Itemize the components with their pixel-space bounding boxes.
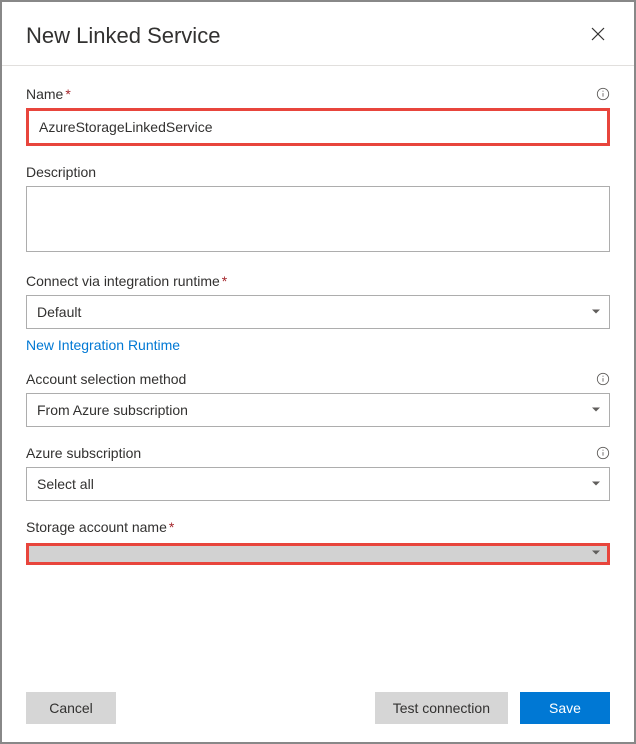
info-icon[interactable] (596, 87, 610, 101)
name-label: Name* (26, 86, 71, 102)
account-method-field: Account selection method From Azure subs… (26, 371, 610, 427)
test-connection-button[interactable]: Test connection (375, 692, 508, 724)
storage-account-field: Storage account name* (26, 519, 610, 565)
dialog-content: Name* Description Connect via integratio… (2, 66, 634, 565)
runtime-field: Connect via integration runtime* Default… (26, 273, 610, 353)
account-method-select[interactable]: From Azure subscription (26, 393, 610, 427)
account-method-label: Account selection method (26, 371, 186, 387)
name-input[interactable] (26, 108, 610, 146)
save-button[interactable]: Save (520, 692, 610, 724)
dialog-header: New Linked Service (2, 2, 634, 66)
close-icon (590, 30, 606, 45)
dialog-footer: Cancel Test connection Save (2, 674, 634, 742)
info-icon[interactable] (596, 372, 610, 386)
subscription-label: Azure subscription (26, 445, 141, 461)
storage-account-label: Storage account name* (26, 519, 174, 535)
description-field: Description (26, 164, 610, 255)
description-input[interactable] (26, 186, 610, 252)
subscription-select[interactable]: Select all (26, 467, 610, 501)
storage-account-select[interactable] (26, 543, 610, 565)
name-field: Name* (26, 86, 610, 146)
info-icon[interactable] (596, 446, 610, 460)
subscription-field: Azure subscription Select all (26, 445, 610, 501)
close-button[interactable] (586, 22, 610, 49)
cancel-button[interactable]: Cancel (26, 692, 116, 724)
dialog-title: New Linked Service (26, 23, 220, 49)
runtime-select[interactable]: Default (26, 295, 610, 329)
new-runtime-link[interactable]: New Integration Runtime (26, 337, 180, 353)
runtime-label: Connect via integration runtime* (26, 273, 227, 289)
description-label: Description (26, 164, 96, 180)
